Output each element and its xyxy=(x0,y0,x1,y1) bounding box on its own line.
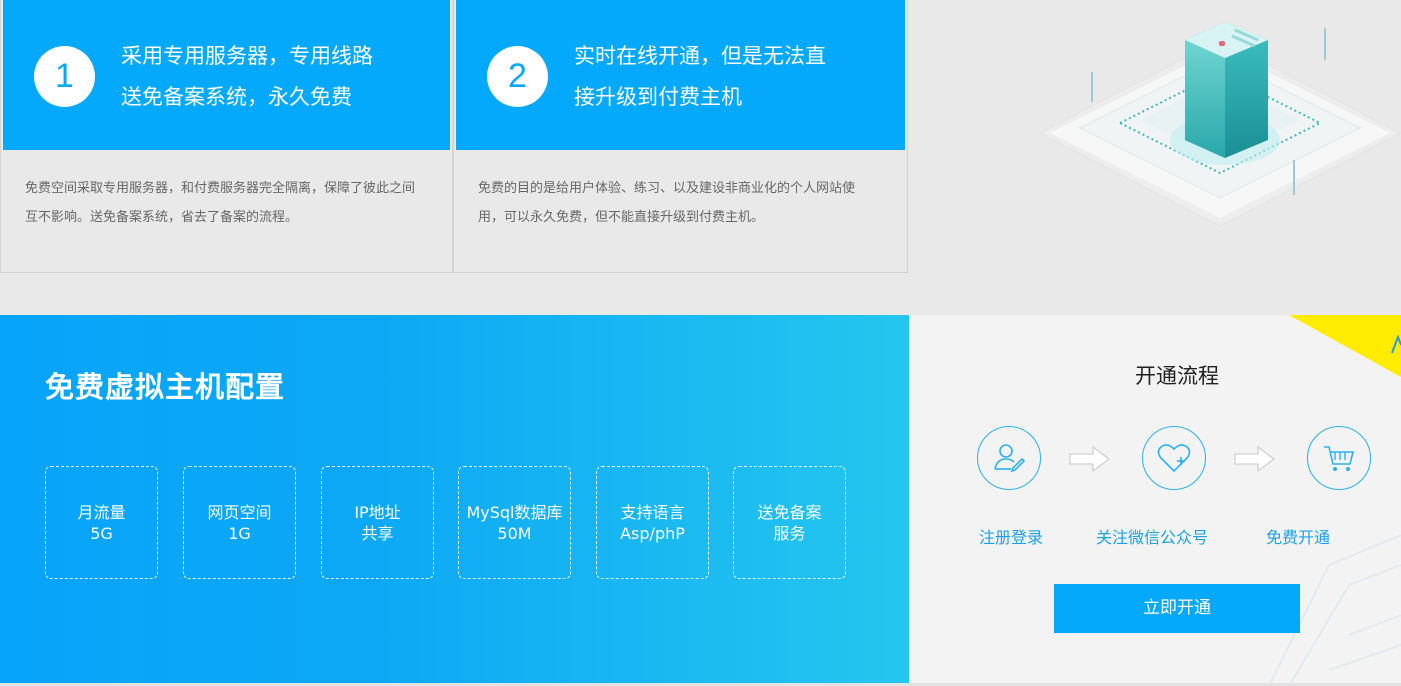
spec-name: IP地址 xyxy=(354,502,401,522)
spec-value: 50M xyxy=(497,523,532,543)
heart-plus-icon xyxy=(1157,444,1191,473)
feature-card-2: 2 实时在线开通，但是无法直 接升级到付费主机 免费的目的是给用户体验、练习、以… xyxy=(453,0,908,273)
step-free-open xyxy=(1307,426,1371,490)
feature-title-line: 采用专用服务器，专用线路 xyxy=(121,44,373,68)
hosting-config-section: 免费虚拟主机配置 月流量 5G 网页空间 1G IP地址 共享 MySql数据库… xyxy=(0,315,909,686)
feature-description: 免费的目的是给用户体验、练习、以及建设非商业化的个人网站使用，可以永久免费，但不… xyxy=(478,181,856,225)
user-edit-icon xyxy=(994,444,1026,473)
process-title: 开通流程 xyxy=(1135,364,1219,388)
spec-languages: 支持语言 Asp/phP xyxy=(596,466,709,579)
spec-name: 送免备案 xyxy=(757,502,822,522)
feature-title-line: 接升级到付费主机 xyxy=(574,85,742,109)
arrow-right-icon xyxy=(1069,445,1111,473)
spec-value: 共享 xyxy=(361,523,394,543)
step-register xyxy=(977,426,1041,490)
spec-value: 服务 xyxy=(773,523,806,543)
spec-name: 网页空间 xyxy=(207,502,272,522)
step-label-free-open: 免费开通 xyxy=(1265,528,1330,547)
config-title: 免费虚拟主机配置 xyxy=(45,370,286,404)
spec-value: 5G xyxy=(90,523,113,543)
arrow-right-icon xyxy=(1234,445,1276,473)
feature-title-line: 实时在线开通，但是无法直 xyxy=(574,44,826,68)
spec-icp-exempt: 送免备案 服务 xyxy=(733,466,846,579)
feature-title: 采用专用服务器，专用线路 送免备案系统，永久免费 xyxy=(121,36,411,118)
feature-card-1: 1 采用专用服务器，专用线路 送免备案系统，永久免费 免费空间采取专用服务器，和… xyxy=(0,0,453,273)
spec-mysql-database: MySql数据库 50M xyxy=(458,466,571,579)
spec-web-space: 网页空间 1G xyxy=(183,466,296,579)
spec-ip-address: IP地址 共享 xyxy=(321,466,434,579)
step-label-register: 注册登录 xyxy=(978,528,1043,547)
open-now-button[interactable]: 立即开通 xyxy=(1054,584,1300,633)
feature-title-line: 送免备案系统，永久免费 xyxy=(121,85,352,109)
feature-title: 实时在线开通，但是无法直 接升级到付费主机 xyxy=(574,36,864,118)
step-follow-wechat xyxy=(1142,426,1206,490)
spec-value: 1G xyxy=(228,523,251,543)
spec-traffic: 月流量 5G xyxy=(45,466,158,579)
shopping-cart-icon xyxy=(1324,446,1355,471)
spec-name: MySql数据库 xyxy=(466,502,563,522)
feature-description: 免费空间采取专用服务器，和付费服务器完全隔离，保障了彼此之间互不影响。送免备案系… xyxy=(25,181,416,225)
feature-number-badge: 2 xyxy=(487,46,548,107)
spec-name: 月流量 xyxy=(77,502,126,522)
spec-name: 支持语言 xyxy=(620,502,685,522)
spec-value: Asp/phP xyxy=(620,523,685,543)
feature-number-badge: 1 xyxy=(34,46,95,107)
server-illustration xyxy=(1038,22,1401,227)
step-label-follow-wechat: 关注微信公众号 xyxy=(1095,528,1208,547)
feature-card-header: 1 采用专用服务器，专用线路 送免备案系统，永久免费 xyxy=(3,0,450,150)
open-process-panel: 开通流程 注册登录 关注微信公众号 免费开通 立即开通 xyxy=(909,315,1401,686)
feature-card-header: 2 实时在线开通，但是无法直 接升级到付费主机 xyxy=(456,0,905,150)
